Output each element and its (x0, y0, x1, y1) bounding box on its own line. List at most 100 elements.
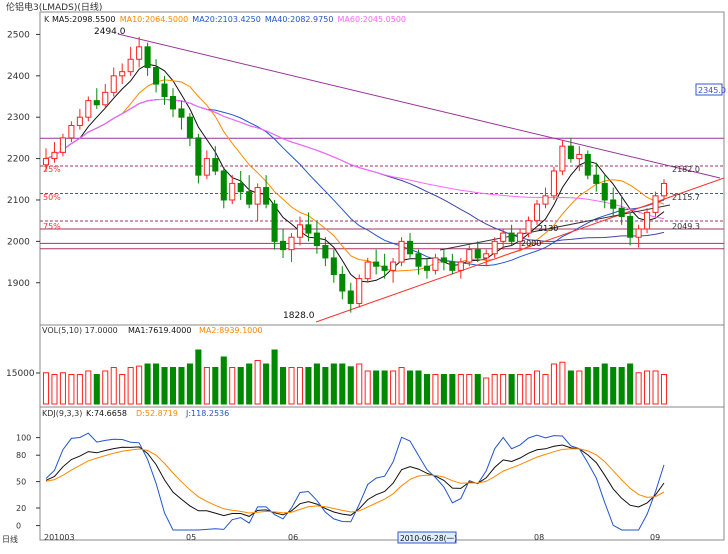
candle-body (508, 232, 515, 242)
volume-bar (51, 374, 58, 405)
candle-body (373, 261, 380, 267)
header-mode: K (44, 15, 50, 24)
volume-bar (474, 374, 481, 405)
vol-tick-15000: 15000 (6, 369, 35, 379)
candle-body (415, 253, 422, 267)
volume-bar (305, 367, 312, 405)
x-label-201003: 201003 (44, 533, 75, 542)
volume-bar (178, 367, 185, 405)
level-2049-label: 2049.3 (672, 222, 700, 231)
candle-body (559, 145, 566, 172)
volume-bar (347, 366, 354, 405)
volume-bar (246, 363, 253, 405)
vol-ma-legend-item: MA2:8939.1000 (199, 326, 262, 335)
kdj-tick-label: 80 (16, 451, 26, 460)
volume-bar (517, 374, 524, 405)
price-tick-label: 2300 (7, 113, 30, 123)
candle-body (305, 224, 312, 234)
candle-body (339, 273, 346, 292)
candle-body (347, 290, 354, 304)
candle-body (313, 232, 320, 246)
volume-bar (406, 370, 414, 405)
chart-title: 伦铝电3(LMADS)(日线) (6, 1, 102, 13)
candle-body (288, 236, 295, 251)
volume-bar (415, 370, 422, 405)
x-label-06: 06 (288, 533, 298, 542)
pct50-label: 50% (43, 193, 61, 202)
low-label: 1828.0 (283, 311, 315, 321)
volume-bar (525, 374, 532, 405)
volume-bar (229, 367, 236, 405)
volume-bar (449, 374, 456, 405)
candle-body (627, 216, 634, 238)
candle-body (584, 153, 591, 176)
volume-bar (322, 367, 329, 405)
volume-bar (483, 377, 490, 405)
x-label-05: 05 (186, 533, 196, 542)
kdj-tick-label: 20 (16, 504, 26, 513)
candle-body (440, 257, 447, 263)
candle-body (102, 91, 109, 106)
candle-body (635, 228, 642, 238)
volume-bar (144, 363, 151, 405)
volume-bar (576, 370, 583, 405)
candle-body (500, 232, 507, 242)
volume-bar (390, 370, 397, 405)
candle-body (542, 195, 549, 205)
candle-body (322, 245, 329, 259)
candle-body (364, 261, 371, 280)
candle-body (432, 257, 439, 271)
candle-body (466, 249, 473, 263)
volume-bar (85, 370, 92, 405)
label-2000: 2000 (521, 239, 541, 248)
candle-body (76, 116, 83, 126)
level-2115-label: 2115.7 (672, 193, 700, 202)
candle-body (398, 240, 405, 263)
volume-bar (102, 370, 109, 405)
candle-body (178, 108, 185, 118)
volume-bar (364, 370, 371, 405)
volume-bar (212, 367, 219, 405)
candle-body (85, 100, 92, 118)
volume-bar (161, 367, 168, 405)
volume-bar (652, 370, 659, 405)
candle-body (525, 220, 532, 234)
candle-body (110, 75, 117, 93)
x-label-08: 08 (534, 533, 544, 542)
price-tick-label: 2200 (7, 155, 30, 165)
chart-window: 伦铝电3(LMADS)(日线) K MA5:2098.5500 MA10:2064… (0, 0, 728, 550)
volume-bar (186, 363, 193, 405)
candle-body (381, 265, 388, 271)
volume-bar (93, 374, 100, 405)
volume-bar (533, 370, 541, 405)
price-axis: 2500 2400 2300 2200 2100 2000 1900 (7, 30, 40, 289)
candle-body (203, 158, 210, 176)
candle-body (254, 187, 261, 205)
volume-bar (127, 367, 134, 405)
candle-body (491, 240, 498, 255)
volume-bar (432, 374, 439, 405)
volume-bar (136, 365, 143, 405)
volume-bar (381, 370, 388, 405)
volume-bar (610, 367, 617, 405)
candle-body (567, 145, 574, 160)
candle-body (533, 203, 541, 222)
ma-legend: MA5:2098.5500 MA10:2064.5000 MA20:2103.425… (52, 15, 406, 24)
candle-body (550, 170, 557, 197)
candle-body (161, 83, 168, 98)
ma-legend-item: MA5:2098.5500 (52, 15, 115, 24)
volume-bar (644, 370, 651, 405)
candle-body (660, 182, 668, 197)
volume-bar (500, 374, 507, 405)
kdj-values: K:74.6658 D:52.8719 J:118.2536 (86, 409, 229, 418)
volume-bar (559, 361, 566, 405)
volume-bar (169, 367, 177, 405)
candle-body (610, 199, 617, 209)
volume-bar (542, 374, 549, 405)
volume-bar (271, 349, 278, 405)
candle-body (136, 46, 143, 60)
volume-bar (373, 370, 380, 405)
candle-body (119, 71, 126, 77)
volume-bar (296, 367, 304, 405)
candle-body (93, 100, 100, 106)
